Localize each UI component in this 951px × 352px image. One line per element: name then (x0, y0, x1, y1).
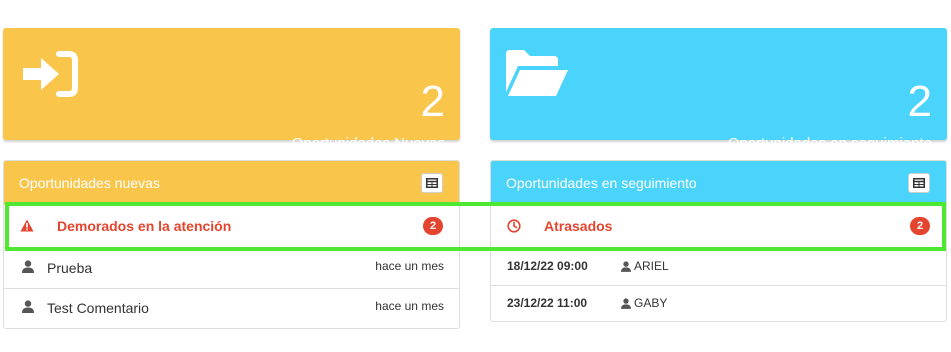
user-icon (22, 300, 34, 318)
panel-header: Oportunidades nuevas (4, 161, 459, 205)
table-icon (913, 178, 925, 188)
sign-in-icon (21, 50, 79, 103)
table-view-button[interactable] (908, 173, 930, 193)
item-name: Test Comentario (47, 300, 149, 316)
panel-oportunidades-seguimiento: Oportunidades en seguimiento Atrasados 2… (490, 160, 947, 322)
panel-header: Oportunidades en seguimiento (491, 161, 946, 205)
user-icon (621, 260, 631, 272)
alert-demorados[interactable]: Demorados en la atención 2 (4, 205, 459, 248)
stat-label: Oportunidades Nuevas (291, 135, 445, 152)
alert-label: Demorados en la atención (57, 218, 232, 234)
panel-oportunidades-nuevas: Oportunidades nuevas Demorados en la ate… (3, 160, 460, 329)
user-name: ARIEL (634, 259, 669, 273)
table-view-button[interactable] (421, 173, 443, 193)
stat-count: 2 (907, 77, 932, 126)
item-time: hace un mes (375, 299, 444, 313)
item-date: 18/12/22 09:00 (507, 259, 588, 273)
stat-label: Oportunidades en seguimiento (727, 135, 932, 152)
item-time: hace un mes (375, 259, 444, 273)
list-item[interactable]: 18/12/22 09:00 ARIEL (491, 248, 946, 286)
user-icon (621, 297, 631, 309)
folder-open-icon (504, 46, 570, 105)
item-date: 23/12/22 11:00 (507, 296, 588, 310)
item-user: ARIEL (621, 259, 669, 273)
stat-card-seguimiento[interactable]: 2 Oportunidades en seguimiento (490, 28, 947, 152)
stat-card-nuevas[interactable]: 2 Oportunidades Nuevas (3, 28, 460, 152)
panel-title: Oportunidades en seguimiento (506, 175, 697, 191)
list-followup-opportunities: 18/12/22 09:00 ARIEL 23/12/22 11:00 GABY (491, 248, 946, 321)
alert-atrasados[interactable]: Atrasados 2 (491, 205, 946, 248)
stat-count: 2 (420, 77, 445, 126)
list-item[interactable]: Test Comentario hace un mes (4, 288, 459, 328)
alert-label: Atrasados (544, 218, 613, 234)
item-name: Prueba (47, 260, 93, 276)
panel-title: Oportunidades nuevas (19, 175, 160, 191)
alert-count-badge: 2 (423, 217, 443, 235)
alert-count-badge: 2 (910, 217, 930, 235)
clock-icon (507, 219, 521, 238)
list-item[interactable]: Prueba hace un mes (4, 248, 459, 289)
user-name: GABY (634, 296, 668, 310)
list-item[interactable]: 23/12/22 11:00 GABY (491, 285, 946, 321)
item-user: GABY (621, 296, 667, 310)
user-icon (22, 260, 34, 278)
warning-icon (20, 219, 34, 237)
list-new-opportunities: Prueba hace un mes Test Comentario hace … (4, 248, 459, 328)
table-icon (426, 178, 438, 188)
